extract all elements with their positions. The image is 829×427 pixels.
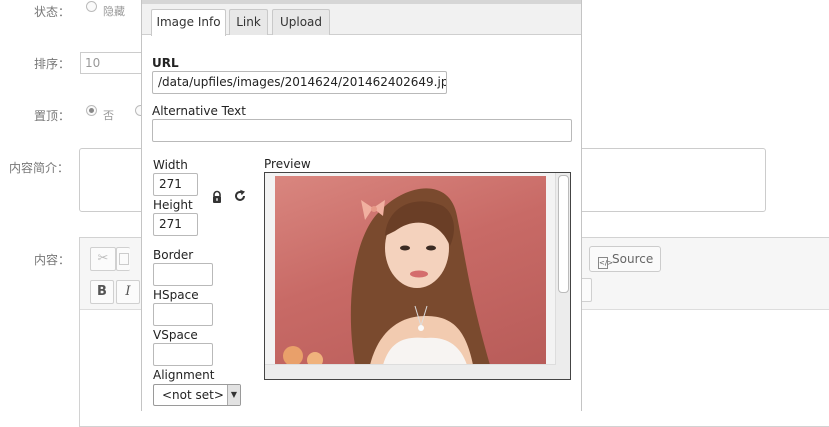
cut-button[interactable]: ✂ [90,247,116,271]
bold-button[interactable]: B [90,280,114,304]
pin-radio-no[interactable] [86,105,97,116]
chevron-down-icon: ▼ [227,385,240,405]
alt-text-input[interactable] [152,119,572,142]
source-icon: </> [598,257,614,269]
width-label: Width [153,158,188,172]
alignment-label: Alignment [153,368,215,382]
preview-label: Preview [264,157,311,171]
height-label: Height [153,198,193,212]
status-label: 状态： [34,5,71,19]
preview-horizontal-scrollbar[interactable] [265,364,556,379]
status-radio-hidden[interactable] [86,1,97,12]
source-button[interactable]: </>Source [589,246,661,272]
pin-label: 置顶： [34,109,71,123]
cut-icon: ✂ [97,251,109,266]
sort-input[interactable]: 10 [80,52,142,74]
preview-area[interactable] [264,172,571,380]
copy-button[interactable] [116,247,130,271]
summary-label: 内容简介： [9,161,70,175]
lock-icon[interactable] [210,190,224,204]
reset-size-icon[interactable] [233,189,247,203]
preview-vertical-scrollbar[interactable] [555,173,570,379]
width-input[interactable]: 271 [153,173,198,196]
dialog-tabs: Image Info Link Upload [142,4,581,36]
italic-label: I [125,284,131,299]
preview-image [275,176,546,365]
vertical-scroll-thumb[interactable] [558,175,569,293]
height-input[interactable]: 271 [153,213,198,236]
vspace-input[interactable] [153,343,213,366]
border-label: Border [153,248,194,262]
italic-button[interactable]: I [116,280,140,304]
alignment-select[interactable]: <not set> ▼ [153,384,241,406]
alt-text-label: Alternative Text [152,104,246,118]
tab-image-info[interactable]: Image Info [151,9,226,36]
tab-upload[interactable]: Upload [272,9,330,35]
pin-radio-no-label: 否 [103,109,114,122]
hspace-label: HSpace [153,288,199,302]
bold-label: B [97,284,107,299]
url-input[interactable]: /data/upfiles/images/2014624/20146240264… [152,71,447,94]
tab-link[interactable]: Link [229,9,268,35]
status-radio-hidden-label: 隐藏 [103,5,125,18]
copy-icon [118,253,129,265]
image-properties-dialog: Image Info Link Upload URL /data/upfiles… [141,0,582,411]
url-label: URL [152,56,179,70]
content-label: 内容： [34,253,71,267]
border-input[interactable] [153,263,213,286]
sort-label: 排序： [34,57,71,71]
hspace-input[interactable] [153,303,213,326]
alignment-value: <not set> [162,388,224,402]
source-button-label: Source [612,252,654,266]
vspace-label: VSpace [153,328,198,342]
